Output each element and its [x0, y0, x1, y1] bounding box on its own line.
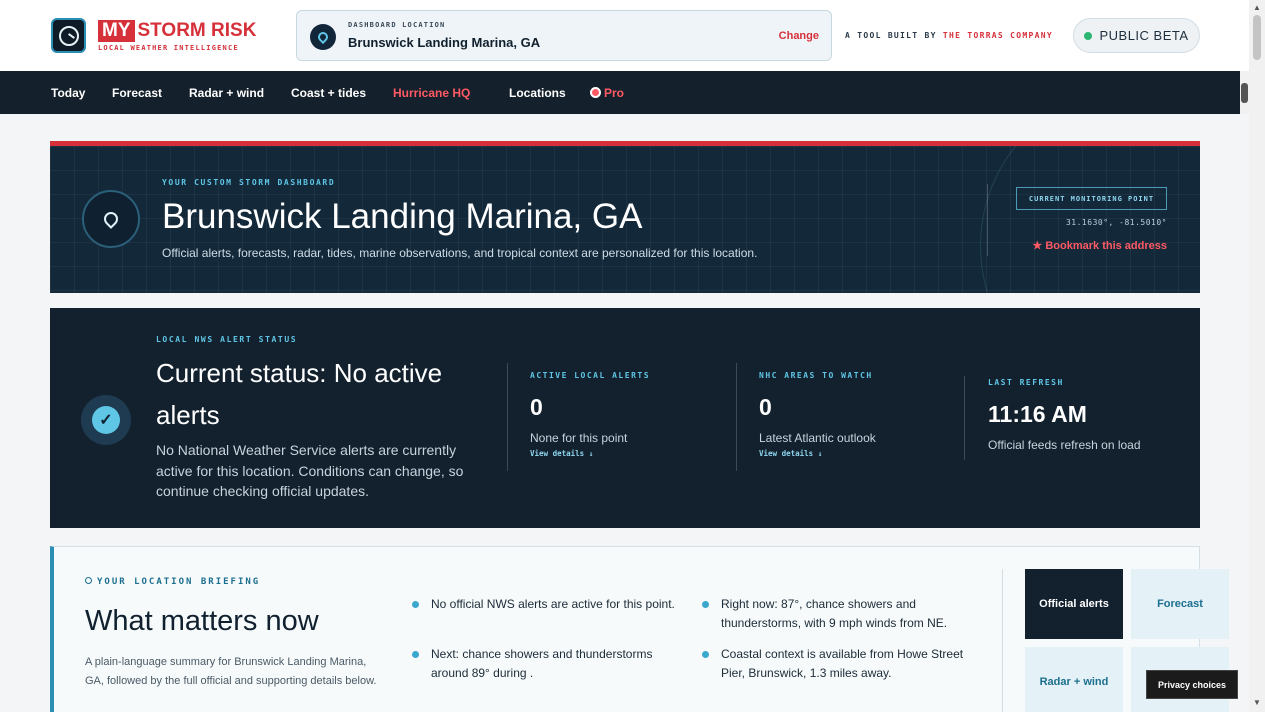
hero-title: Brunswick Landing Marina, GA — [162, 197, 643, 236]
metric-nhc-areas: NHC AREAS TO WATCH 0 Latest Atlantic out… — [759, 371, 876, 458]
briefing-bullet: No official NWS alerts are active for th… — [412, 595, 681, 614]
bullet-dot-icon — [702, 651, 709, 658]
nav-forecast[interactable]: Forecast — [112, 86, 162, 100]
bullet-dot-icon — [702, 601, 709, 608]
briefing-bullet-text: Coastal context is available from Howe S… — [721, 647, 964, 680]
built-by-prefix: A TOOL BUILT BY — [845, 31, 937, 40]
brand-storm-risk: STORM RISK — [137, 20, 257, 41]
briefing-kicker-label: YOUR LOCATION BRIEFING — [97, 577, 261, 587]
briefing-divider — [1002, 569, 1003, 712]
pro-record-icon — [590, 87, 601, 98]
dashboard-location-selector[interactable]: DASHBOARD LOCATION Brunswick Landing Mar… — [296, 10, 832, 61]
hero-location-banner: YOUR CUSTOM STORM DASHBOARD Brunswick La… — [50, 141, 1200, 293]
briefing-bullet: Coastal context is available from Howe S… — [702, 645, 971, 683]
monitoring-coordinates: 31.1630°, -81.5010° — [1065, 218, 1167, 227]
metric-subtext: Latest Atlantic outlook — [759, 431, 876, 445]
check-circle-icon: ✓ — [81, 395, 131, 445]
bullet-dot-icon — [412, 651, 419, 658]
briefing-bullet-text: Right now: 87°, chance showers and thund… — [721, 597, 948, 630]
hero-description: Official alerts, forecasts, radar, tides… — [162, 246, 758, 260]
briefing-summary: A plain-language summary for Brunswick L… — [85, 656, 377, 687]
view-details-link[interactable]: View details ↓ — [759, 449, 876, 458]
location-pin-icon — [82, 190, 140, 248]
nav-radar-wind[interactable]: Radar + wind — [189, 86, 264, 100]
location-pin-icon — [310, 24, 336, 50]
metric-value: 0 — [759, 394, 772, 420]
alert-status-description: No National Weather Service alerts are c… — [156, 442, 464, 499]
metric-divider — [507, 363, 508, 471]
quick-link-official-alerts[interactable]: Official alerts — [1025, 569, 1123, 639]
built-by-credit: A TOOL BUILT BY THE TORRAS COMPANY — [845, 31, 1053, 40]
nav-coast-tides[interactable]: Coast + tides — [291, 86, 366, 100]
privacy-choices-button[interactable]: Privacy choices — [1146, 670, 1238, 699]
quick-link-forecast[interactable]: Forecast — [1131, 569, 1229, 639]
circle-icon — [85, 577, 92, 584]
metric-value: 0 — [530, 394, 543, 420]
dashboard-location-label: DASHBOARD LOCATION — [348, 21, 446, 29]
metric-label: LAST REFRESH — [988, 378, 1064, 387]
view-details-link[interactable]: View details ↓ — [530, 449, 650, 458]
metric-subtext: Official feeds refresh on load — [988, 438, 1141, 452]
scroll-up-icon[interactable]: ▲ — [1253, 3, 1261, 12]
location-briefing: YOUR LOCATION BRIEFING What matters now … — [50, 546, 1229, 712]
metric-label: NHC AREAS TO WATCH — [759, 371, 873, 380]
briefing-title: What matters now — [85, 605, 319, 637]
alert-status-panel: ✓ LOCAL NWS ALERT STATUS Current status:… — [50, 308, 1200, 528]
metric-active-alerts: ACTIVE LOCAL ALERTS 0 None for this poin… — [530, 371, 650, 458]
public-beta-badge: PUBLIC BETA — [1073, 18, 1200, 53]
company-link[interactable]: THE TORRAS COMPANY — [943, 31, 1053, 40]
page-scrollbar[interactable]: ▲ ▼ — [1249, 0, 1265, 712]
nav-pro-label: Pro — [604, 86, 625, 100]
radar-gauge-icon[interactable] — [51, 18, 86, 53]
status-dot-icon — [1084, 31, 1093, 40]
brand-logo[interactable]: MY STORM RISK LOCAL WEATHER INTELLIGENCE — [98, 20, 256, 52]
brand-tagline: LOCAL WEATHER INTELLIGENCE — [98, 44, 239, 52]
monitoring-point-badge: CURRENT MONITORING POINT — [1016, 187, 1167, 210]
brand-my: MY — [98, 20, 135, 42]
bookmark-address-link[interactable]: ★ Bookmark this address — [1032, 239, 1167, 252]
nav-locations[interactable]: Locations — [509, 86, 566, 100]
quick-link-radar-wind[interactable]: Radar + wind — [1025, 647, 1123, 712]
metric-divider — [964, 376, 965, 460]
alert-status-headline: Current status: No active alerts — [156, 358, 443, 430]
nav-today[interactable]: Today — [51, 86, 85, 100]
hero-kicker: YOUR CUSTOM STORM DASHBOARD — [162, 178, 336, 187]
scrollbar-thumb[interactable] — [1253, 15, 1261, 60]
beta-label: PUBLIC BETA — [1099, 28, 1189, 43]
alert-status-kicker: LOCAL NWS ALERT STATUS — [156, 335, 298, 344]
main-nav: Today Forecast Radar + wind Coast + tide… — [0, 71, 1240, 114]
metric-last-refresh: LAST REFRESH 11:16 AM Official feeds ref… — [988, 378, 1141, 452]
briefing-kicker: YOUR LOCATION BRIEFING — [85, 577, 260, 587]
metric-divider — [736, 363, 737, 471]
change-location-button[interactable]: Change — [779, 30, 819, 42]
decorative-arc — [980, 146, 1200, 293]
briefing-bullet: Right now: 87°, chance showers and thund… — [702, 595, 971, 633]
nav-pro[interactable]: Pro — [590, 86, 624, 100]
metric-value: 11:16 AM — [988, 401, 1087, 427]
briefing-bullet-text: Next: chance showers and thunderstorms a… — [431, 647, 653, 680]
top-header: MY STORM RISK LOCAL WEATHER INTELLIGENCE … — [0, 0, 1249, 71]
briefing-bullet-text: No official NWS alerts are active for th… — [431, 597, 675, 611]
hero-divider — [987, 184, 988, 256]
nav-scrollbar[interactable] — [1240, 71, 1249, 114]
dashboard-location-value: Brunswick Landing Marina, GA — [348, 35, 541, 50]
metric-subtext: None for this point — [530, 431, 628, 445]
bullet-dot-icon — [412, 601, 419, 608]
metric-label: ACTIVE LOCAL ALERTS — [530, 371, 651, 380]
briefing-bullet: Next: chance showers and thunderstorms a… — [412, 645, 681, 683]
scroll-down-icon[interactable]: ▼ — [1253, 698, 1261, 707]
nav-hurricane-hq[interactable]: Hurricane HQ — [393, 86, 470, 100]
